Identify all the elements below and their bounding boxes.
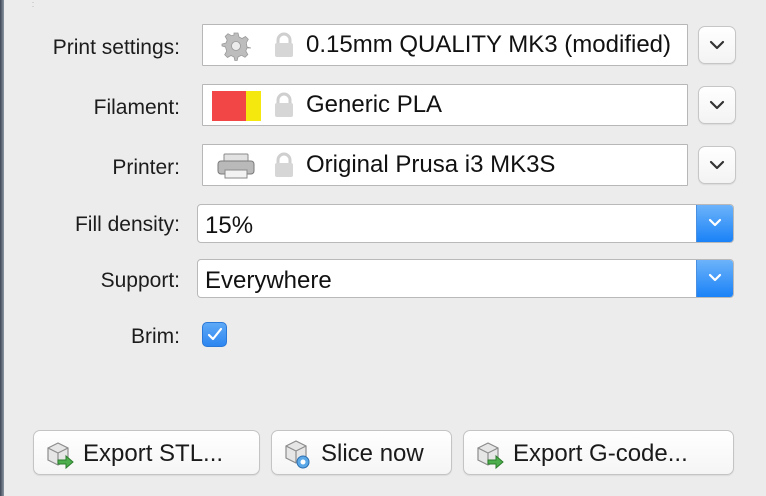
slice-icon [285, 440, 310, 469]
chevron-down-icon [709, 40, 725, 50]
print-settings-dropdown-button[interactable] [698, 26, 736, 64]
filament-value: Generic PLA [306, 91, 443, 118]
support-value: Everywhere [205, 267, 332, 294]
export-stl-label: Export STL... [83, 440, 224, 467]
print-settings-value: 0.15mm QUALITY MK3 (modified) [306, 31, 672, 58]
window-left-edge [0, 0, 4, 496]
support-dropdown-button[interactable] [696, 260, 733, 297]
printer-icon [217, 153, 255, 179]
filament-dropdown-button[interactable] [698, 86, 736, 124]
lock-icon [275, 32, 293, 57]
filament-combo[interactable]: Generic PLA [202, 84, 688, 126]
print-settings-label: Print settings: [52, 36, 180, 59]
filament-color-swatch [212, 91, 246, 121]
chevron-down-icon [709, 160, 725, 170]
export-gcode-icon [477, 442, 504, 470]
export-gcode-label: Export G-code... [513, 440, 688, 467]
splitter-grip[interactable]: · · [28, 0, 38, 11]
export-stl-button[interactable]: Export STL... [33, 430, 260, 475]
printer-label: Printer: [112, 156, 180, 179]
lock-icon [275, 152, 293, 177]
gear-icon [221, 32, 251, 61]
filament-label: Filament: [93, 96, 180, 119]
printer-combo[interactable]: Original Prusa i3 MK3S [202, 144, 688, 186]
export-icon [47, 442, 74, 470]
support-combo[interactable]: Everywhere [197, 259, 734, 298]
chevron-down-icon [708, 273, 722, 282]
fill-density-dropdown-button[interactable] [696, 205, 733, 242]
fill-density-combo[interactable]: 15% [197, 204, 734, 243]
filament-color-swatch-secondary [246, 91, 261, 121]
support-label: Support: [100, 269, 180, 292]
chevron-down-icon [709, 100, 725, 110]
fill-density-label: Fill density: [74, 213, 180, 236]
print-settings-combo[interactable]: 0.15mm QUALITY MK3 (modified) [202, 24, 688, 66]
slice-now-button[interactable]: Slice now [271, 430, 452, 475]
chevron-down-icon [708, 218, 722, 227]
brim-label: Brim: [131, 325, 180, 348]
slice-now-label: Slice now [321, 440, 424, 467]
fill-density-value: 15% [205, 212, 254, 239]
lock-icon [275, 92, 293, 117]
brim-checkbox[interactable] [202, 322, 227, 347]
checkmark-icon [207, 327, 223, 341]
export-gcode-button[interactable]: Export G-code... [463, 430, 734, 475]
printer-dropdown-button[interactable] [698, 146, 736, 184]
printer-value: Original Prusa i3 MK3S [306, 151, 556, 178]
